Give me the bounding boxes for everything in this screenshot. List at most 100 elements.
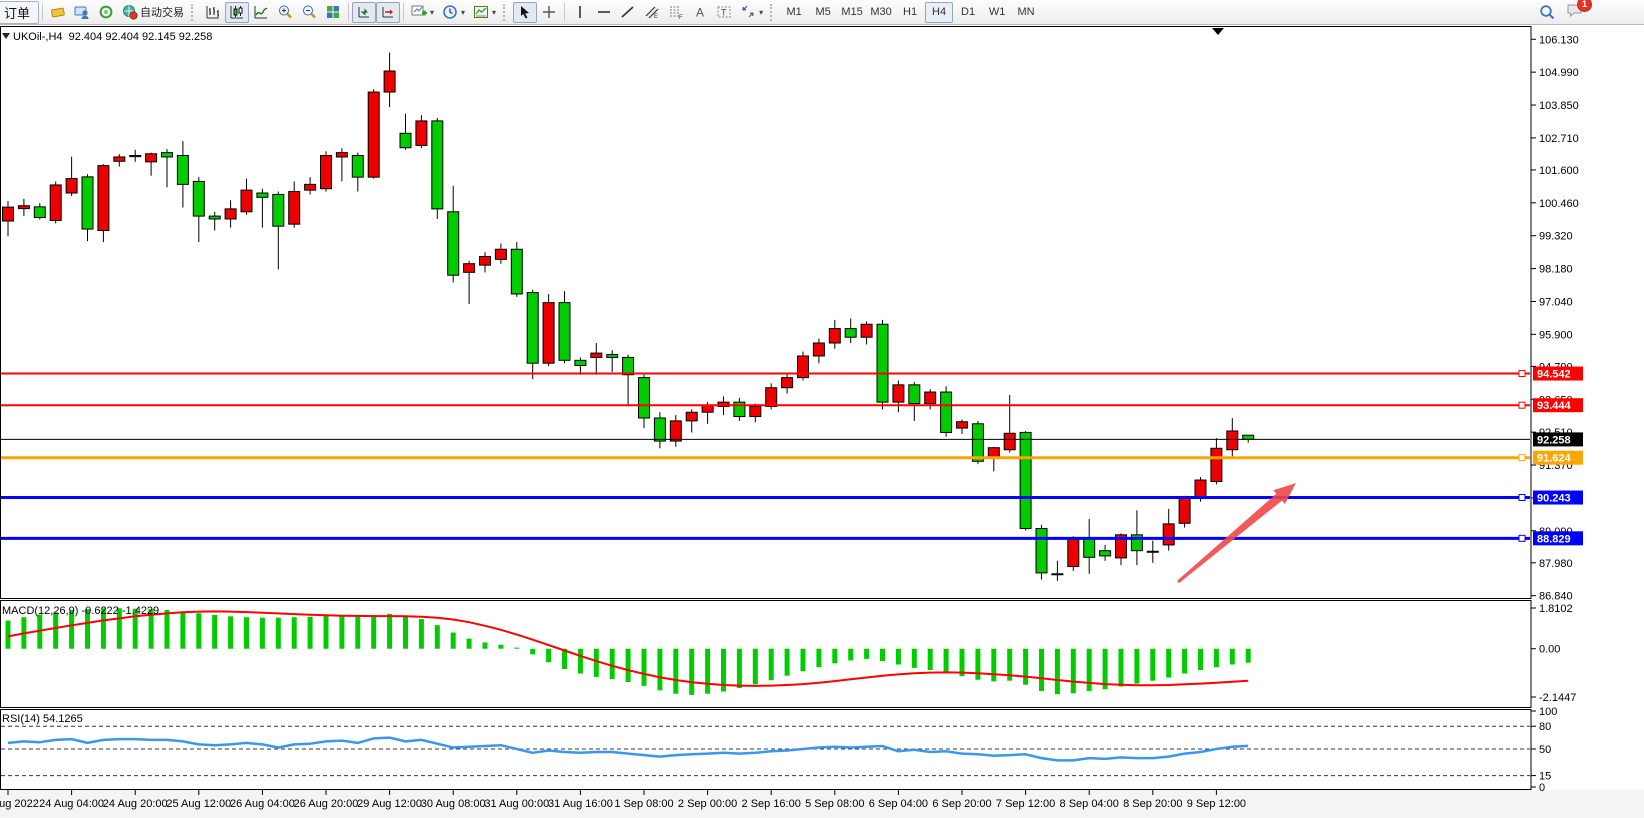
autotrade-button[interactable]: 自动交易: [118, 2, 188, 23]
timeframe-d1[interactable]: D1: [954, 2, 982, 23]
chevron-down-icon: ▾: [492, 8, 496, 17]
toolbar-grip: [503, 4, 508, 21]
svg-text:25 Aug 12:00: 25 Aug 12:00: [166, 798, 231, 810]
vertical-line-icon[interactable]: [568, 2, 592, 23]
chart-bars-icon[interactable]: [201, 2, 225, 23]
timeframe-m15[interactable]: M15: [838, 2, 866, 23]
navigator-icon[interactable]: [94, 2, 118, 23]
macd-signal-value: -1.4229: [122, 605, 159, 617]
svg-text:1.8102: 1.8102: [1539, 603, 1573, 615]
chevron-down-icon: ▾: [461, 8, 465, 17]
timeframe-h4[interactable]: H4: [925, 2, 953, 23]
chart-line-icon[interactable]: [249, 2, 273, 23]
profile-icon[interactable]: [46, 2, 70, 23]
svg-text:8 Sep 20:00: 8 Sep 20:00: [1123, 798, 1182, 810]
ohlc-values: 92.404 92.404 92.145 92.258: [69, 31, 213, 43]
svg-text:101.600: 101.600: [1539, 165, 1579, 177]
search-icon[interactable]: [1539, 4, 1556, 21]
rsi-indicator-label: RSI(14) 54.1265: [2, 713, 83, 725]
autotrade-icon: [122, 4, 138, 20]
svg-text:7 Sep 12:00: 7 Sep 12:00: [996, 798, 1055, 810]
main-pane[interactable]: [1, 27, 1532, 599]
macd-value: -0.6222: [81, 605, 118, 617]
svg-text:9 Sep 12:00: 9 Sep 12:00: [1187, 798, 1246, 810]
svg-text:24 Aug 04:00: 24 Aug 04:00: [39, 798, 104, 810]
svg-text:15: 15: [1539, 771, 1551, 783]
new-order-button[interactable]: 订单: [0, 1, 39, 24]
svg-text:6 Sep 04:00: 6 Sep 04:00: [869, 798, 928, 810]
new-chart-button[interactable]: ▾: [407, 2, 438, 23]
symbol-label: UKOil-,H4: [13, 31, 63, 43]
cursor-icon[interactable]: [513, 2, 537, 23]
auto-scroll-icon[interactable]: [352, 2, 376, 23]
template-button[interactable]: ▾: [469, 2, 500, 23]
price-badge: 94.542: [1537, 369, 1571, 381]
svg-text:86.840: 86.840: [1539, 591, 1573, 603]
svg-text:50: 50: [1539, 744, 1551, 756]
timeframe-m5[interactable]: M5: [809, 2, 837, 23]
svg-text:29 Aug 12:00: 29 Aug 12:00: [357, 798, 422, 810]
chart-window[interactable]: 106.130 104.990 103.850 102.710 101.600 100.4…: [0, 25, 1644, 818]
svg-text:6 Sep 20:00: 6 Sep 20:00: [932, 798, 991, 810]
fibonacci-icon[interactable]: F: [664, 2, 688, 23]
one-click-trading-marker[interactable]: [2, 33, 10, 39]
main-toolbar: 订单 自动交易 ▾ ▾: [0, 0, 1644, 25]
arrows-button[interactable]: ▾: [736, 2, 767, 23]
price-axis[interactable]: 106.130 104.990 103.850 102.710 101.600 100.4…: [1531, 34, 1579, 602]
new-chart-icon: [411, 4, 427, 20]
price-badge: 90.243: [1537, 493, 1571, 505]
chart-candles-icon[interactable]: [225, 2, 249, 23]
toolbar-separator: [42, 3, 43, 21]
timeframe-m30[interactable]: M30: [867, 2, 895, 23]
price-badge: 88.829: [1537, 533, 1571, 545]
svg-text:1 Sep 08:00: 1 Sep 08:00: [614, 798, 673, 810]
toolbar-separator: [403, 3, 404, 21]
text-icon[interactable]: A: [688, 2, 712, 23]
timeframe-m1[interactable]: M1: [780, 2, 808, 23]
svg-text:T: T: [721, 8, 727, 18]
macd-axis: 1.81020.00-2.1447: [1531, 603, 1576, 704]
toolbar-grip: [191, 4, 196, 21]
tile-windows-icon[interactable]: [321, 2, 345, 23]
svg-text:100.460: 100.460: [1539, 198, 1579, 210]
svg-text:26 Aug 04:00: 26 Aug 04:00: [230, 798, 295, 810]
channel-icon[interactable]: E: [640, 2, 664, 23]
rsi-axis: 1008050150: [1531, 706, 1557, 794]
timeframe-h1[interactable]: H1: [896, 2, 924, 23]
svg-text:106.130: 106.130: [1539, 34, 1579, 46]
svg-text:24 Aug 20:00: 24 Aug 20:00: [103, 798, 168, 810]
svg-text:E: E: [654, 14, 658, 20]
svg-text:99.320: 99.320: [1539, 231, 1573, 243]
arrows-icon: [740, 4, 756, 20]
timeframe-w1[interactable]: W1: [983, 2, 1011, 23]
svg-text:31 Aug 00:00: 31 Aug 00:00: [484, 798, 549, 810]
trendline-icon[interactable]: [616, 2, 640, 23]
notifications-button[interactable]: 1: [1566, 2, 1584, 23]
svg-text:30 Aug 08:00: 30 Aug 08:00: [421, 798, 486, 810]
chevron-down-icon: ▾: [759, 8, 763, 17]
macd-indicator-label: MACD(12,26,9) -0.6222 -1.4229: [2, 605, 159, 617]
toolbar-grip: [770, 4, 775, 21]
chart-canvas[interactable]: 106.130 104.990 103.850 102.710 101.600 100.4…: [0, 25, 1644, 818]
chart-shift-icon[interactable]: [376, 2, 400, 23]
svg-text:8 Sep 04:00: 8 Sep 04:00: [1060, 798, 1119, 810]
notification-badge: 1: [1577, 0, 1592, 12]
period-clock-button[interactable]: ▾: [438, 2, 469, 23]
svg-text:103.850: 103.850: [1539, 100, 1579, 112]
zoom-in-icon[interactable]: [273, 2, 297, 23]
svg-text:102.710: 102.710: [1539, 133, 1579, 145]
svg-text:97.040: 97.040: [1539, 296, 1573, 308]
svg-text:A: A: [696, 6, 704, 20]
market-watch-icon[interactable]: [70, 2, 94, 23]
text-label-icon[interactable]: T: [712, 2, 736, 23]
svg-text:80: 80: [1539, 721, 1551, 733]
template-icon: [473, 4, 489, 20]
price-badge: 92.258: [1537, 434, 1571, 446]
svg-text:0.00: 0.00: [1539, 644, 1560, 656]
timeframe-mn[interactable]: MN: [1012, 2, 1040, 23]
svg-text:104.990: 104.990: [1539, 67, 1579, 79]
crosshair-icon[interactable]: [537, 2, 561, 23]
clock-icon: [442, 4, 458, 20]
zoom-out-icon[interactable]: [297, 2, 321, 23]
horizontal-line-icon[interactable]: [592, 2, 616, 23]
